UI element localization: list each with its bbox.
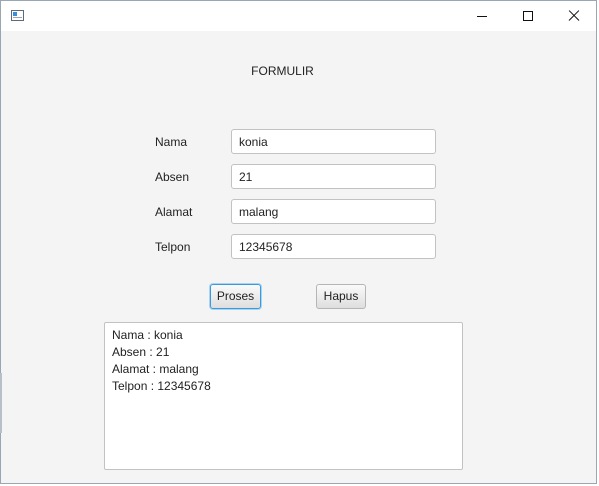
maximize-button[interactable] [505, 1, 551, 31]
output-line-telpon: Telpon : 12345678 [112, 379, 211, 393]
minimize-icon [477, 16, 487, 17]
minimize-button[interactable] [459, 1, 505, 31]
proses-button[interactable]: Proses [210, 284, 261, 309]
nama-input[interactable] [231, 129, 436, 154]
background-window-edge [0, 373, 2, 433]
title-bar[interactable] [1, 1, 596, 31]
form-title: FORMULIR [251, 64, 314, 78]
output-line-alamat: Alamat : malang [112, 362, 199, 376]
telpon-input[interactable] [231, 234, 436, 259]
telpon-label: Telpon [155, 240, 191, 254]
close-button[interactable] [551, 1, 597, 31]
nama-label: Nama [155, 135, 188, 149]
app-window-icon [11, 10, 24, 21]
alamat-label: Alamat [155, 205, 193, 219]
output-text-area[interactable]: Nama : konia Absen : 21 Alamat : malang … [104, 322, 463, 470]
maximize-icon [523, 11, 533, 21]
close-icon [568, 10, 580, 22]
hapus-button[interactable]: Hapus [316, 284, 366, 309]
output-line-nama: Nama : konia [112, 328, 183, 342]
output-line-absen: Absen : 21 [112, 345, 170, 359]
absen-label: Absen [155, 170, 190, 184]
alamat-input[interactable] [231, 199, 436, 224]
app-window: FORMULIR Nama Absen Alamat Telpon Proses… [0, 0, 597, 484]
absen-input[interactable] [231, 164, 436, 189]
